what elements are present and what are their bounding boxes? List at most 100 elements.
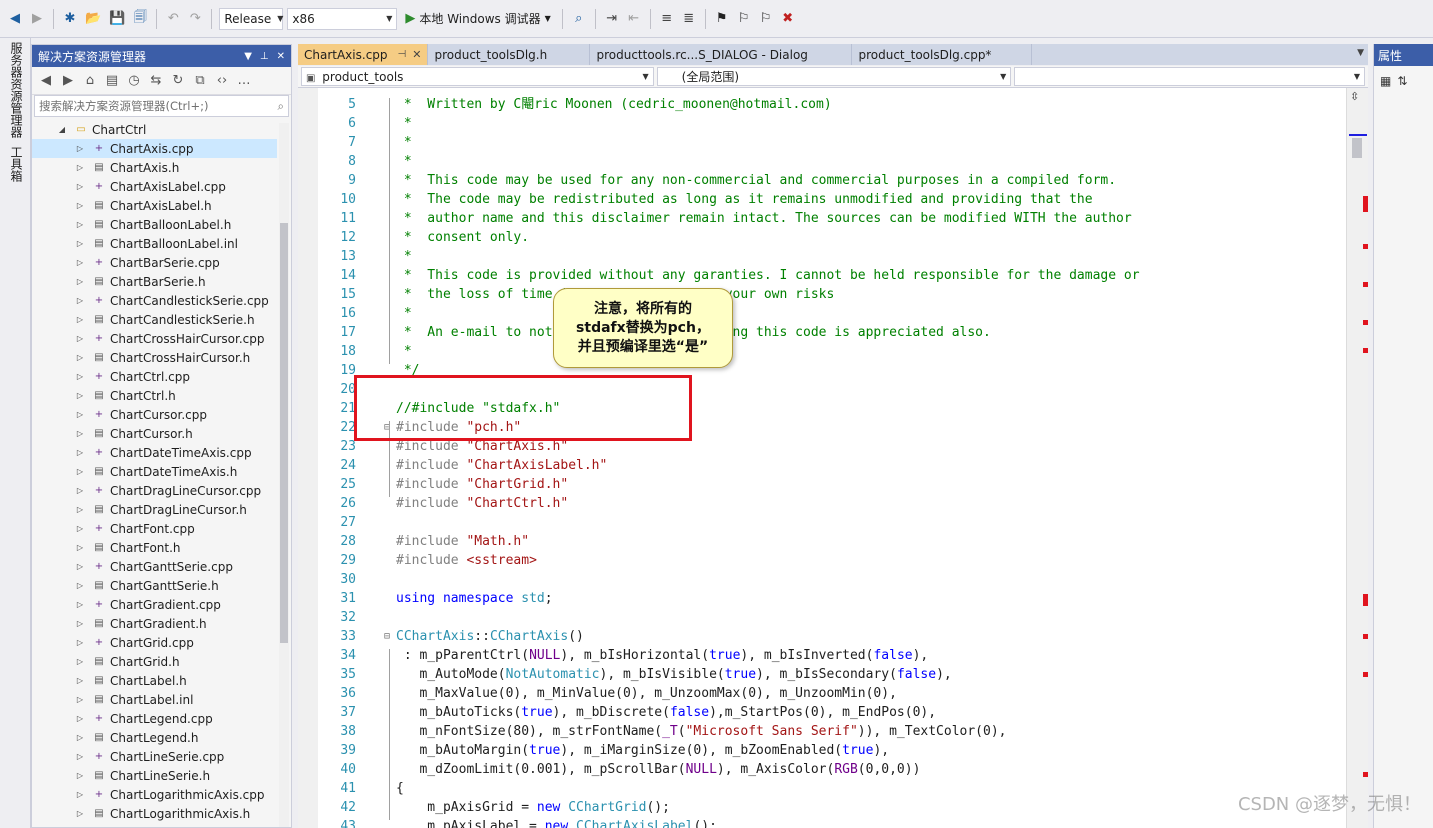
back-icon[interactable]: ◀ — [6, 8, 24, 30]
prev-bookmark-icon[interactable]: ⚐ — [735, 8, 753, 30]
code-line[interactable]: 38 m_nFontSize(80), m_strFontName(_T("Mi… — [298, 722, 1346, 741]
indent-icon[interactable]: ⇥ — [603, 8, 621, 30]
collapsed-arrow-icon[interactable]: ▷ — [74, 201, 86, 210]
collapsed-arrow-icon[interactable]: ▷ — [74, 220, 86, 229]
collapsed-arrow-icon[interactable]: ▷ — [74, 391, 86, 400]
collapsed-arrow-icon[interactable]: ▷ — [74, 790, 86, 799]
code-line[interactable]: 13 * — [298, 247, 1346, 266]
pin-icon[interactable]: ⊥ — [260, 51, 269, 62]
collapsed-arrow-icon[interactable]: ▷ — [74, 676, 86, 685]
tree-file-item[interactable]: ▷ ▤ ChartLabel.inl — [32, 690, 277, 709]
tree-file-item[interactable]: ▷ ▤ ChartAxis.h — [32, 158, 277, 177]
collapsed-arrow-icon[interactable]: ▷ — [74, 486, 86, 495]
code-line[interactable]: 32 — [298, 608, 1346, 627]
scroll-thumb[interactable] — [280, 223, 288, 643]
tree-file-item[interactable]: ▷ + ChartLogarithmicAxis.cpp — [32, 785, 277, 804]
collapsed-arrow-icon[interactable]: ▷ — [74, 733, 86, 742]
split-icon[interactable]: ⇳ — [1350, 90, 1359, 103]
close-icon[interactable]: ✕ — [277, 51, 285, 62]
code-line[interactable]: 9 * This code may be used for any non-co… — [298, 171, 1346, 190]
tab-producttools-rc-dialog[interactable]: producttools.rc...S_DIALOG - Dialog — [590, 44, 853, 65]
code-line[interactable]: 16 * — [298, 304, 1346, 323]
sync-icon[interactable]: ⇆ — [147, 73, 165, 88]
tree-file-item[interactable]: ▷ + ChartCursor.cpp — [32, 405, 277, 424]
new-project-icon[interactable]: ✱ — [61, 8, 79, 30]
collapsed-arrow-icon[interactable]: ▷ — [74, 410, 86, 419]
collapsed-arrow-icon[interactable]: ▷ — [74, 619, 86, 628]
clear-bookmarks-icon[interactable]: ✖ — [779, 8, 797, 30]
tab-chartaxis-cpp[interactable]: ChartAxis.cpp ⊣ ✕ — [298, 44, 429, 65]
server-explorer-tab[interactable]: 服务器资源管理器 — [8, 38, 25, 142]
tree-file-item[interactable]: ▷ ▤ ChartBalloonLabel.inl — [32, 234, 277, 253]
collapsed-arrow-icon[interactable]: ▷ — [74, 448, 86, 457]
tree-file-item[interactable]: ▷ + ChartLegend.cpp — [32, 709, 277, 728]
tree-file-item[interactable]: ▷ ▤ ChartCrossHairCursor.h — [32, 348, 277, 367]
code-line[interactable]: 37 m_bAutoTicks(true), m_bDiscrete(false… — [298, 703, 1346, 722]
dropdown-icon[interactable]: ▼ — [244, 51, 252, 62]
scroll-thumb[interactable] — [1352, 138, 1362, 158]
tree-file-item[interactable]: ▷ + ChartBarSerie.cpp — [32, 253, 277, 272]
code-line[interactable]: 7 * — [298, 133, 1346, 152]
collapsed-arrow-icon[interactable]: ▷ — [74, 524, 86, 533]
tree-file-item[interactable]: ▷ ▤ ChartAxisLabel.h — [32, 196, 277, 215]
more-icon[interactable]: … — [235, 73, 253, 88]
tab-product-tools-dlg-h[interactable]: product_toolsDlg.h — [428, 44, 591, 65]
collapsed-arrow-icon[interactable]: ▷ — [74, 182, 86, 191]
tab-list-dropdown-icon[interactable]: ▼ — [1357, 48, 1364, 58]
member-select[interactable]: ▼ — [1014, 67, 1365, 86]
code-line[interactable]: 17 * An e-mail to notify me that you are… — [298, 323, 1346, 342]
home-icon[interactable]: ⌂ — [81, 73, 99, 88]
tree-file-item[interactable]: ▷ ▤ ChartLabel.h — [32, 671, 277, 690]
code-line[interactable]: 6 * — [298, 114, 1346, 133]
code-line[interactable]: 28 #include "Math.h" — [298, 532, 1346, 551]
configuration-select[interactable]: Release ▼ — [219, 7, 283, 30]
collapsed-arrow-icon[interactable]: ▷ — [74, 353, 86, 362]
code-line[interactable]: 30 — [298, 570, 1346, 589]
open-file-icon[interactable]: 📂 — [83, 8, 103, 30]
code-line[interactable]: 8 * — [298, 152, 1346, 171]
categorized-icon[interactable]: ▦ — [1380, 74, 1391, 88]
code-line[interactable]: 14 * This code is provided without any g… — [298, 266, 1346, 285]
refresh-icon[interactable]: ↻ — [169, 73, 187, 88]
platform-select[interactable]: x86 ▼ — [287, 7, 398, 30]
collapsed-arrow-icon[interactable]: ▷ — [74, 429, 86, 438]
tree-file-item[interactable]: ▷ + ChartAxisLabel.cpp — [32, 177, 277, 196]
code-line[interactable]: 10 * The code may be redistributed as lo… — [298, 190, 1346, 209]
forward-icon[interactable]: ▶ — [28, 8, 46, 30]
tree-file-item[interactable]: ▷ ▤ ChartLogarithmicAxis.h — [32, 804, 277, 823]
collapsed-arrow-icon[interactable]: ▷ — [74, 277, 86, 286]
code-line[interactable]: 34 : m_pParentCtrl(NULL), m_bIsHorizonta… — [298, 646, 1346, 665]
code-line[interactable]: 12 * consent only. — [298, 228, 1346, 247]
tree-folder-chartctrl[interactable]: ◢ ▭ ChartCtrl — [32, 120, 277, 139]
tree-file-item[interactable]: ▷ ▤ ChartGradient.h — [32, 614, 277, 633]
code-line[interactable]: 5 * Written by C閹ric Moonen (cedric_moon… — [298, 95, 1346, 114]
code-line[interactable]: 42 m_pAxisGrid = new CChartGrid(); — [298, 798, 1346, 817]
tree-file-item[interactable]: ▷ + ChartGanttSerie.cpp — [32, 557, 277, 576]
tree-file-item[interactable]: ▷ + ChartCandlestickSerie.cpp — [32, 291, 277, 310]
tree-file-item[interactable]: ▷ ▤ ChartGrid.h — [32, 652, 277, 671]
collapsed-arrow-icon[interactable]: ▷ — [74, 638, 86, 647]
uncomment-icon[interactable]: ≣ — [680, 8, 698, 30]
collapsed-arrow-icon[interactable]: ▷ — [74, 581, 86, 590]
editor-scrollbar[interactable]: ⇳ — [1346, 88, 1368, 828]
collapsed-arrow-icon[interactable]: ▷ — [74, 657, 86, 666]
switch-views-icon[interactable]: ▤ — [103, 73, 121, 88]
solution-search-input[interactable]: 搜索解决方案资源管理器(Ctrl+;) ⌕ — [34, 95, 289, 117]
collapsed-arrow-icon[interactable]: ▷ — [74, 258, 86, 267]
tree-file-item[interactable]: ▷ + ChartDateTimeAxis.cpp — [32, 443, 277, 462]
tree-file-item[interactable]: ▷ ▤ ChartFont.h — [32, 538, 277, 557]
tab-product-tools-dlg-cpp[interactable]: product_toolsDlg.cpp* — [852, 44, 1033, 65]
tree-file-item[interactable]: ▷ ▤ ChartLegend.h — [32, 728, 277, 747]
code-line[interactable]: 43 m_pAxisLabel = new CChartAxisLabel(); — [298, 817, 1346, 828]
expanded-arrow-icon[interactable]: ◢ — [56, 125, 68, 134]
collapsed-arrow-icon[interactable]: ▷ — [74, 372, 86, 381]
tree-file-item[interactable]: ▷ + ChartGrid.cpp — [32, 633, 277, 652]
code-line[interactable]: 41 { — [298, 779, 1346, 798]
tree-file-item[interactable]: ▷ + ChartDragLineCursor.cpp — [32, 481, 277, 500]
next-bookmark-icon[interactable]: ⚐ — [757, 8, 775, 30]
code-line[interactable]: 39 m_bAutoMargin(true), m_iMarginSize(0)… — [298, 741, 1346, 760]
collapsed-arrow-icon[interactable]: ▷ — [74, 809, 86, 818]
collapsed-arrow-icon[interactable]: ▷ — [74, 562, 86, 571]
pin-icon[interactable]: ⊣ — [398, 49, 407, 60]
project-select[interactable]: ▣ product_tools ▼ — [301, 67, 654, 86]
